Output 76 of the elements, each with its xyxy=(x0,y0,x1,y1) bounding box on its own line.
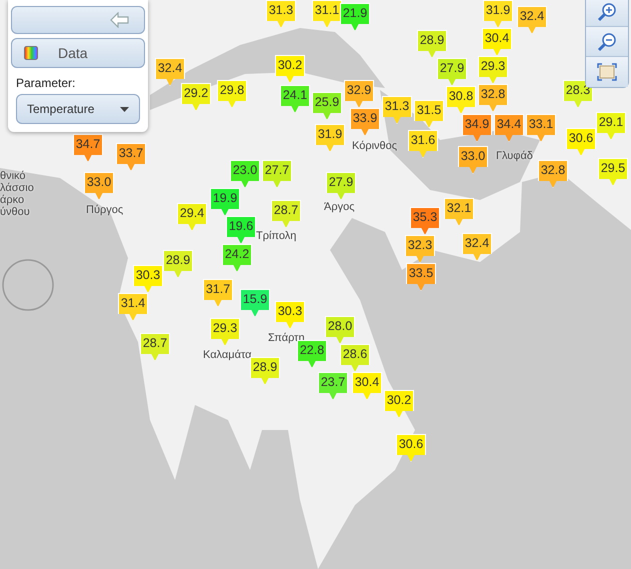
zoom-out-icon xyxy=(596,30,618,52)
rainbow-icon xyxy=(24,46,38,60)
parameter-label: Parameter: xyxy=(16,75,76,92)
place-label: θνικό xyxy=(0,169,26,182)
temperature-marker[interactable]: 30.4 xyxy=(482,28,512,56)
temperature-marker[interactable]: 33.0 xyxy=(84,172,114,200)
temperature-marker[interactable]: 21.9 xyxy=(340,3,370,31)
temperature-marker[interactable]: 29.8 xyxy=(217,80,247,108)
temperature-marker[interactable]: 31.7 xyxy=(203,279,233,307)
temperature-marker[interactable]: 29.3 xyxy=(478,56,508,84)
zoom-extent-button[interactable] xyxy=(586,57,628,87)
temperature-marker[interactable]: 23.7 xyxy=(318,372,348,400)
temperature-marker[interactable]: 19.9 xyxy=(210,188,240,216)
parameter-select[interactable]: Temperature xyxy=(16,94,140,124)
temperature-marker[interactable]: 30.8 xyxy=(446,86,476,114)
place-label: Καλαμάτα xyxy=(203,348,252,363)
temperature-marker[interactable]: 30.2 xyxy=(384,390,414,418)
place-label: Πύργος xyxy=(86,203,124,218)
temperature-marker[interactable]: 25.9 xyxy=(312,92,342,120)
place-label: Γλυφάδ xyxy=(496,149,533,164)
temperature-marker[interactable]: 27.9 xyxy=(326,172,356,200)
temperature-marker[interactable]: 19.6 xyxy=(226,216,256,244)
temperature-marker[interactable]: 30.6 xyxy=(566,128,596,156)
extent-icon xyxy=(597,63,617,81)
temperature-marker[interactable]: 31.4 xyxy=(118,293,148,321)
temperature-marker[interactable]: 35.3 xyxy=(410,207,440,235)
temperature-marker[interactable]: 30.3 xyxy=(133,265,163,293)
temperature-marker[interactable]: 32.4 xyxy=(517,6,547,34)
temperature-marker[interactable]: 30.4 xyxy=(352,372,382,400)
temperature-marker[interactable]: 30.2 xyxy=(275,55,305,83)
temperature-marker[interactable]: 27.9 xyxy=(437,58,467,86)
place-label: Κόρινθος xyxy=(352,139,398,154)
temperature-marker[interactable]: 29.2 xyxy=(181,83,211,111)
place-label: άρκο xyxy=(0,193,24,206)
temperature-marker[interactable]: 15.9 xyxy=(240,289,270,317)
temperature-marker[interactable]: 32.1 xyxy=(444,198,474,226)
temperature-marker[interactable]: 28.3 xyxy=(563,80,593,108)
arrow-icon xyxy=(110,12,130,28)
temperature-marker[interactable]: 29.4 xyxy=(177,203,207,231)
temperature-marker[interactable]: 28.0 xyxy=(325,316,355,344)
temperature-marker[interactable]: 32.8 xyxy=(478,84,508,112)
temperature-marker[interactable]: 24.1 xyxy=(280,85,310,113)
temperature-marker[interactable]: 30.3 xyxy=(275,301,305,329)
zoom-in-icon xyxy=(596,0,618,22)
temperature-marker[interactable]: 29.3 xyxy=(210,318,240,346)
temperature-marker[interactable]: 28.9 xyxy=(250,357,280,385)
place-label: Άργος xyxy=(324,200,355,215)
temperature-marker[interactable]: 28.6 xyxy=(340,344,370,372)
temperature-marker[interactable]: 31.3 xyxy=(266,0,296,28)
temperature-marker[interactable]: 32.4 xyxy=(462,233,492,261)
temperature-marker[interactable]: 22.8 xyxy=(297,340,327,368)
temperature-marker[interactable]: 23.0 xyxy=(230,160,260,188)
temperature-marker[interactable]: 33.1 xyxy=(526,114,556,142)
place-label: Τρίπολη xyxy=(256,229,296,244)
zoom-out-button[interactable] xyxy=(586,27,628,57)
zoom-in-button[interactable] xyxy=(586,0,628,27)
place-label: λάσσιο xyxy=(0,181,34,194)
temperature-marker[interactable]: 31.9 xyxy=(483,0,513,28)
temperature-marker[interactable]: 31.5 xyxy=(414,100,444,128)
temperature-marker[interactable]: 29.1 xyxy=(596,112,626,140)
place-label: ύνθου xyxy=(0,206,30,220)
temperature-marker[interactable]: 28.9 xyxy=(163,250,193,278)
temperature-marker[interactable]: 31.9 xyxy=(315,124,345,152)
temperature-marker[interactable]: 28.7 xyxy=(140,333,170,361)
temperature-marker[interactable]: 24.2 xyxy=(222,244,252,272)
temperature-marker[interactable]: 34.7 xyxy=(73,134,103,162)
temperature-marker[interactable]: 29.5 xyxy=(598,158,628,186)
temperature-marker[interactable]: 33.9 xyxy=(350,108,380,136)
temperature-marker[interactable]: 31.1 xyxy=(312,0,342,28)
temperature-marker[interactable]: 32.9 xyxy=(344,80,374,108)
caret-icon xyxy=(120,106,129,112)
temperature-marker[interactable]: 33.7 xyxy=(116,143,146,171)
data-header-button[interactable]: Data xyxy=(11,38,145,68)
temperature-marker[interactable]: 28.9 xyxy=(417,30,447,58)
temperature-marker[interactable]: 27.7 xyxy=(262,160,292,188)
temperature-marker[interactable]: 28.7 xyxy=(271,200,301,228)
